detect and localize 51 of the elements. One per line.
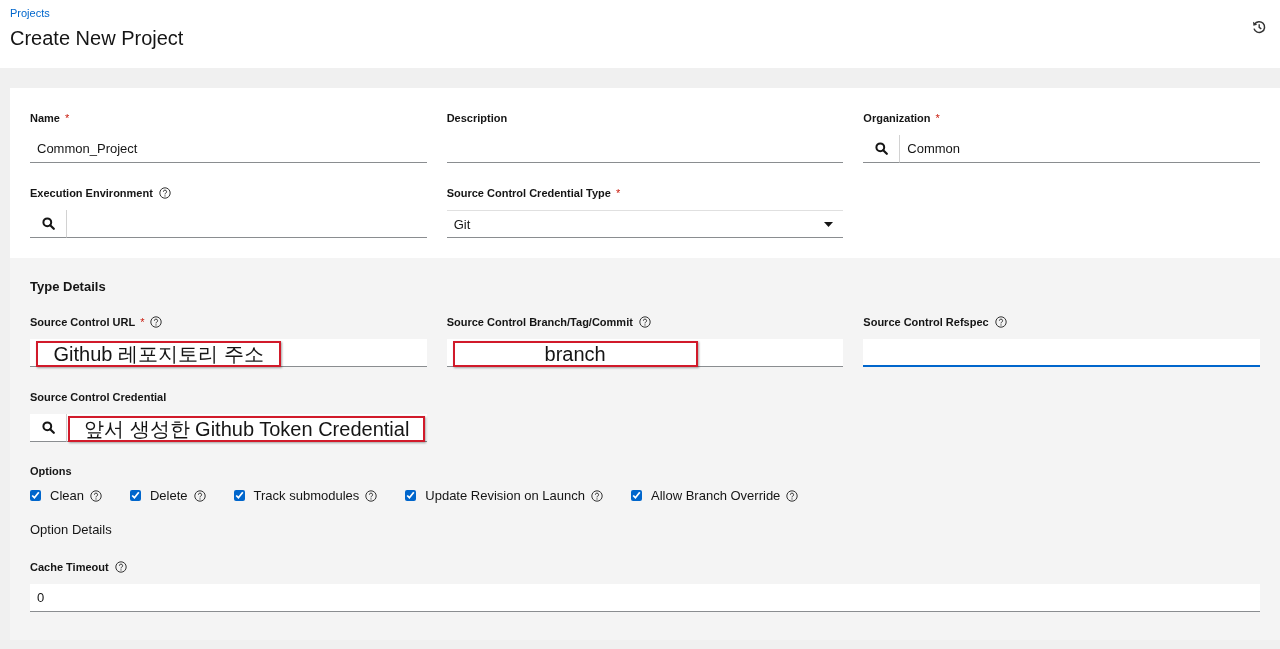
input-field[interactable] <box>863 339 1260 367</box>
checkbox[interactable] <box>631 490 642 501</box>
section-heading: Options <box>30 464 73 479</box>
help-icon[interactable] <box>150 315 163 328</box>
field-label: Name <box>30 111 60 124</box>
select-field[interactable]: Git <box>446 210 844 238</box>
help-icon[interactable] <box>591 489 603 502</box>
annotation-tooltip: 앞서 생성한 Github Token Credential <box>68 416 426 442</box>
help-icon[interactable] <box>994 315 1007 328</box>
checkbox[interactable] <box>405 490 417 501</box>
field-label: Source Control Branch/Tag/Commit <box>446 315 633 328</box>
help-icon[interactable] <box>786 489 799 502</box>
annotation-tooltip: branch <box>452 341 698 367</box>
section-heading: Type Details <box>30 278 107 295</box>
field-label: Source Control Credential Type <box>446 186 611 199</box>
option-label[interactable]: Delete <box>149 488 188 503</box>
field-label: Execution Environment <box>30 186 153 199</box>
help-icon[interactable] <box>365 489 378 502</box>
caret-icon <box>824 221 834 227</box>
option-label[interactable]: Clean <box>50 488 84 503</box>
option-label[interactable]: Track submodules <box>253 488 360 503</box>
field-label: Organization <box>863 111 931 124</box>
required-asterisk: * <box>615 186 621 199</box>
required-asterisk: * <box>140 315 145 328</box>
checkbox[interactable] <box>30 490 41 501</box>
history-icon[interactable] <box>1252 20 1266 34</box>
help-icon[interactable] <box>158 186 171 199</box>
help-icon[interactable] <box>114 560 127 573</box>
help-icon[interactable] <box>638 315 651 328</box>
field-label: Source Control URL <box>30 315 136 328</box>
search-icon <box>41 421 55 434</box>
search-icon <box>874 142 888 155</box>
search-button[interactable] <box>30 414 67 442</box>
field-label: Source Control Refspec <box>863 315 989 328</box>
checkbox[interactable] <box>129 490 141 501</box>
field-label: Cache Timeout <box>30 560 109 573</box>
search-icon <box>41 217 55 230</box>
checkbox[interactable] <box>233 490 245 501</box>
required-asterisk: * <box>64 111 70 124</box>
required-asterisk: * <box>935 111 940 124</box>
input-field[interactable]: 0 <box>30 584 1260 612</box>
option-label[interactable]: Update Revision on Launch <box>425 488 585 503</box>
help-icon[interactable] <box>89 489 102 502</box>
field-label: Description <box>446 111 508 124</box>
annotation-tooltip: Github 레포지토리 주소 <box>36 341 281 367</box>
breadcrumb-link[interactable]: Projects <box>10 7 50 19</box>
option-label[interactable]: Allow Branch Override <box>651 488 781 503</box>
page-title: Create New Project <box>10 27 185 50</box>
help-icon[interactable] <box>193 489 206 502</box>
section-heading: Option Details <box>30 521 113 538</box>
field-label: Source Control Credential <box>30 390 167 403</box>
